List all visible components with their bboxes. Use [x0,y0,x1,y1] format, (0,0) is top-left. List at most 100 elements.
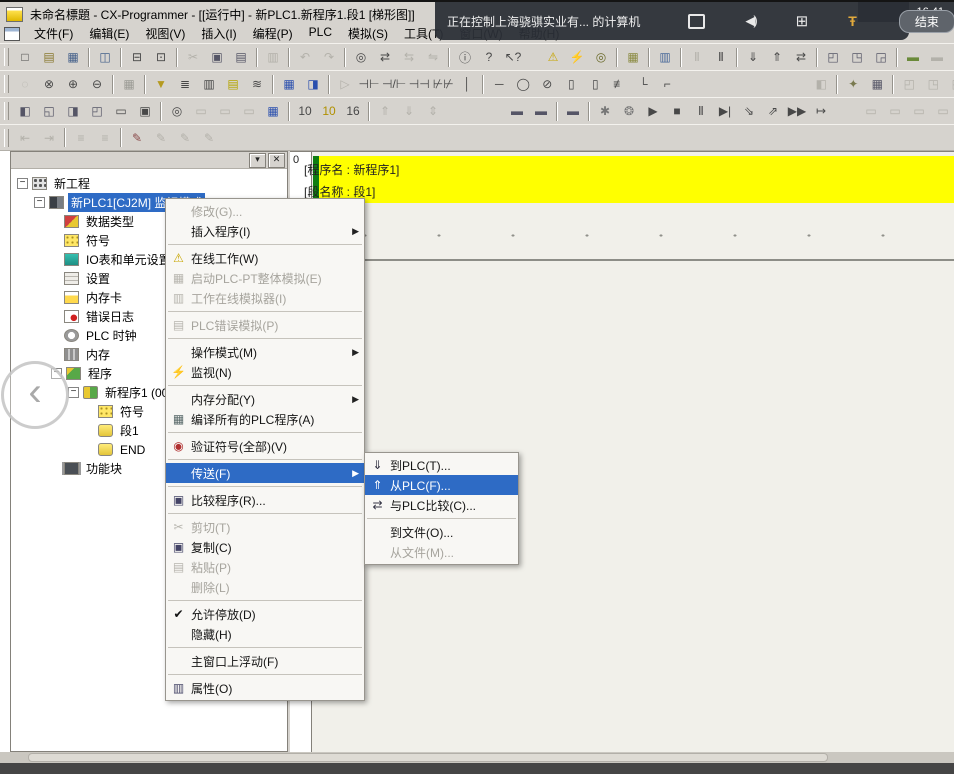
select-zoom-button[interactable]: ◌ [13,74,37,95]
new-file-button[interactable]: □ [13,47,37,68]
watch-window-button[interactable]: ▬ [901,47,925,68]
ladder-window-button[interactable]: ▤ [221,74,245,95]
compare-program-button[interactable]: ◫ [93,47,117,68]
find-prev-button[interactable]: ⇋ [421,47,445,68]
submenu-item[interactable]: 从文件(M)... [365,542,518,562]
mnemonic-view-button[interactable]: ≋ [245,74,269,95]
pointer-icon[interactable]: Ŧ [848,13,857,29]
monitor-mode-button[interactable]: ⚡ [565,47,589,68]
menubar-item[interactable]: PLC [301,23,340,44]
step-out-button[interactable]: ⇗ [761,101,785,122]
new-instruction-button[interactable]: ▯ [559,74,583,95]
tree-expander-icon[interactable]: − [34,197,45,208]
context-menu-item[interactable]: 修改(G)... [166,201,364,221]
copy-button[interactable]: ▣ [205,47,229,68]
align-rungs-button[interactable]: ≡ [69,127,93,148]
dialog-view-button[interactable]: ▦ [277,74,301,95]
undo-button[interactable]: ↶ [293,47,317,68]
submenu-item[interactable]: ⇓到PLC(T)... [365,455,518,475]
pause-at-point-button[interactable]: ✱ [593,101,617,122]
context-menu-item[interactable]: 隐藏(H) [166,624,364,644]
menubar-item[interactable]: 插入(I) [193,23,244,44]
find-next-button[interactable]: ⇆ [397,47,421,68]
workspace-button[interactable]: ◰ [85,101,109,122]
new-horizontal-button[interactable]: ─ [487,74,511,95]
tree-expander-icon[interactable]: − [17,178,28,189]
workspace-collapse-button[interactable]: ▾ [249,153,266,168]
context-menu-item[interactable]: ✂剪切(T) [166,517,364,537]
marker-pen-1-button[interactable]: ✎ [125,127,149,148]
sim-run-button[interactable]: ▶ [641,101,665,122]
about-button[interactable]: ⓘ [453,47,477,68]
toolbar-grip[interactable] [4,129,9,147]
toolbar-grip[interactable] [4,102,9,120]
align-comments-button[interactable]: ≡ [93,127,117,148]
submenu-item[interactable]: ⇑从PLC(F)... [365,475,518,495]
replace-button[interactable]: ⇄ [373,47,397,68]
new-or-contact-button[interactable]: ⊣⊣ [407,74,431,95]
symbol-table-button[interactable]: ▼ [149,74,173,95]
context-menu-item[interactable]: ▥属性(O) [166,678,364,698]
mdi-child-icon[interactable] [4,27,20,41]
force-cancel-button[interactable]: ◲ [869,47,893,68]
context-menu-item[interactable]: ▦编译所有的PLC程序(A) [166,409,364,429]
horizontal-scrollbar[interactable] [0,752,954,763]
context-menu-item[interactable]: 内存分配(Y)▶ [166,389,364,409]
step-run-button[interactable]: ▶| [713,101,737,122]
work-online-button[interactable]: ⚠ [541,47,565,68]
auto-online-button[interactable]: ▥ [653,47,677,68]
marker-pen-2-button[interactable]: ✎ [149,127,173,148]
context-menu-item[interactable]: ▦启动PLC-PT整体模拟(E) [166,268,364,288]
run-to-cursor-button[interactable]: ↦ [809,101,833,122]
continuous-step-button[interactable]: ▶▶ [785,101,809,122]
zoom-out-button[interactable]: ⊖ [85,74,109,95]
print-preview-button[interactable]: ⊡ [149,47,173,68]
help-button[interactable]: ? [477,47,501,68]
transfer-to-simulator-button[interactable]: ▬ [505,101,529,122]
delete-rung-button[interactable]: ◳ [921,74,945,95]
context-menu-item[interactable]: ▥工作在线模拟器(I) [166,288,364,308]
toggle-project-window-button[interactable]: ◧ [13,101,37,122]
panel-tool-4-button[interactable]: ▭ [931,101,954,122]
sim-stop-button[interactable]: ■ [665,101,689,122]
menubar-item[interactable]: 文件(F) [26,23,81,44]
pause-monitor-button[interactable]: Ⅱ [685,47,709,68]
toolbar-grip[interactable] [4,75,9,93]
force-on-button[interactable]: ◰ [821,47,845,68]
new-block-button[interactable]: └ [631,74,655,95]
show-grid-button[interactable]: ▦ [117,74,141,95]
menubar-item[interactable]: 编辑(E) [81,23,137,44]
tree-expander-icon[interactable]: − [68,387,79,398]
workspace-close-button[interactable]: ✕ [268,153,285,168]
tree-item[interactable]: −新工程 [11,174,287,193]
download-to-plc-button[interactable]: ⇓ [741,47,765,68]
plc-online-warning-button[interactable]: ▦ [621,47,645,68]
indent-rung-button[interactable]: ⇥ [37,127,61,148]
step-in-button[interactable]: ⇘ [737,101,761,122]
compare-with-plc-button[interactable]: ⇄ [789,47,813,68]
context-menu-item[interactable]: ▣复制(C) [166,537,364,557]
online-edit-button[interactable]: ▬ [561,101,585,122]
menubar-item[interactable]: 模拟(S) [340,23,396,44]
new-or-closed-contact-button[interactable]: ⊬⊬ [431,74,455,95]
address-reference-button[interactable]: ▦ [261,101,285,122]
toggle-output-window-button[interactable]: ◱ [37,101,61,122]
monitor-hex-button[interactable]: 16 [341,101,365,122]
fullscreen-icon[interactable] [688,14,705,29]
speaker-icon[interactable]: ◀) [745,13,755,29]
new-closed-coil-button[interactable]: ⊘ [535,74,559,95]
monitor-data-3-button[interactable]: ▭ [237,101,261,122]
cross-reference-button[interactable]: ▬ [925,47,949,68]
find-online-button[interactable]: ◎ [589,47,613,68]
invert-operand-button[interactable]: ⌐ [655,74,679,95]
monitor-signed-decimal-button[interactable]: 10 [317,101,341,122]
context-menu-item[interactable]: ⚡监视(N) [166,362,364,382]
monitor-window-button[interactable]: ▥ [197,74,221,95]
address-list-button[interactable]: ≣ [173,74,197,95]
context-menu-item[interactable]: 删除(L) [166,577,364,597]
insert-rung-button[interactable]: ◰ [897,74,921,95]
context-menu-item[interactable]: 插入程序(I)▶ [166,221,364,241]
zoom-in-button[interactable]: ⊕ [61,74,85,95]
differential-monitor-button[interactable]: ◧ [809,74,833,95]
marker-pen-3-button[interactable]: ✎ [173,127,197,148]
